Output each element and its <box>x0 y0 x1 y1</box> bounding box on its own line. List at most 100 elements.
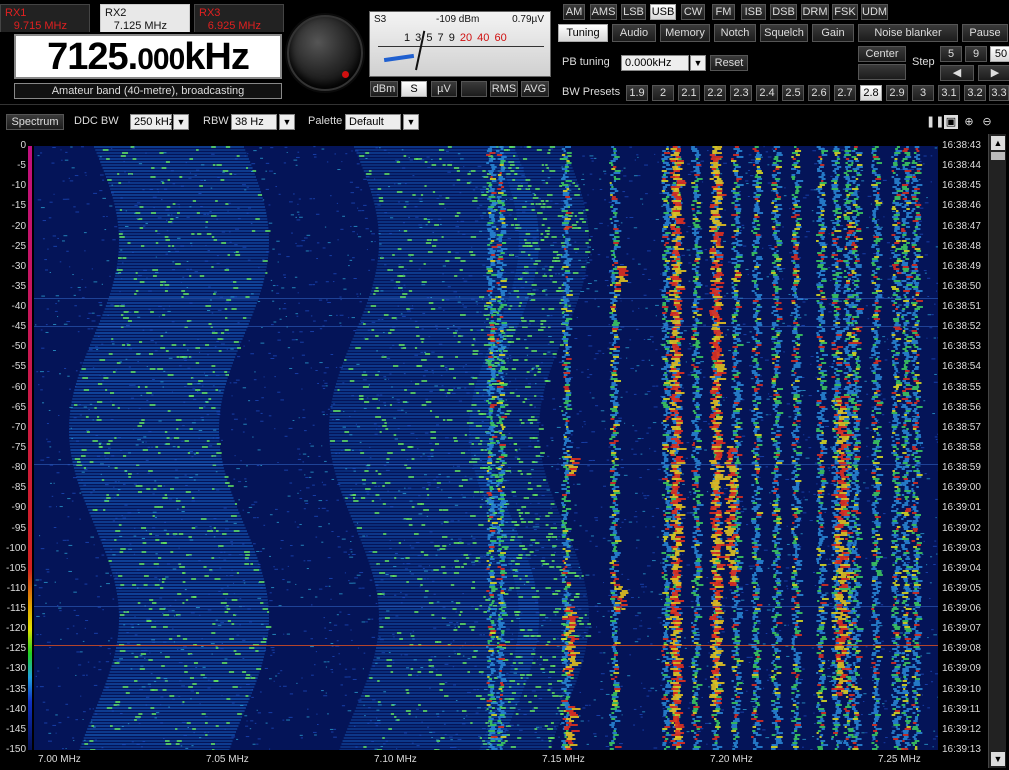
bw-preset-3-3[interactable]: 3.3 <box>989 85 1009 101</box>
zoom-out-icon[interactable]: ⊖ <box>980 115 994 129</box>
y-tick-label: -105 <box>5 562 26 574</box>
step-9-button[interactable]: 9 <box>965 46 987 62</box>
mode-usb[interactable]: USB <box>650 4 676 20</box>
ddc-bw-select[interactable]: 250 kHz <box>130 114 174 130</box>
scroll-down-icon[interactable]: ▼ <box>991 752 1005 766</box>
s-units-button[interactable]: S <box>401 81 427 97</box>
bw-preset-2-8[interactable]: 2.8 <box>860 85 882 101</box>
y-tick-label: -95 <box>11 522 26 534</box>
step-left-button[interactable]: ◀ <box>940 65 974 81</box>
avg-button[interactable]: AVG <box>521 81 549 97</box>
time-tick-label: 16:38:56 <box>942 401 981 413</box>
time-tick-label: 16:38:44 <box>942 160 981 172</box>
frequency-fraction: 000 <box>137 43 185 76</box>
tab-noise-blanker[interactable]: Noise blanker <box>858 24 958 42</box>
time-tick-label: 16:39:07 <box>942 623 981 635</box>
x-tick-label: 7.20 MHz <box>710 754 753 765</box>
save-icon[interactable]: ▣ <box>944 115 958 129</box>
frequency-display[interactable]: 7125.000kHz <box>14 34 282 79</box>
ddc-bw-dropdown-icon[interactable]: ▼ <box>173 114 189 130</box>
y-tick-label: -80 <box>11 462 26 474</box>
s-meter-dbm: -109 dBm <box>436 14 480 25</box>
step-50-button[interactable]: 50 <box>990 46 1009 62</box>
bw-preset-2[interactable]: 2 <box>652 85 674 101</box>
mode-udm[interactable]: UDM <box>861 4 888 20</box>
y-tick-label: -145 <box>5 723 26 735</box>
rx3-tab[interactable]: RX3 6.925 MHz <box>194 4 284 32</box>
rbw-select[interactable]: 38 Hz <box>231 114 277 130</box>
rx2-tab[interactable]: RX2 7.125 MHz <box>100 4 190 32</box>
bw-preset-2-4[interactable]: 2.4 <box>756 85 778 101</box>
mode-isb[interactable]: ISB <box>741 4 766 20</box>
y-tick-label: -55 <box>11 361 26 373</box>
tab-memory[interactable]: Memory <box>660 24 710 42</box>
waterfall-display[interactable] <box>34 146 938 750</box>
rms-button[interactable]: RMS <box>490 81 518 97</box>
palette-select[interactable]: Default <box>345 114 401 130</box>
s-meter-level: S3 <box>374 14 387 25</box>
scroll-thumb[interactable] <box>991 152 1005 160</box>
bw-preset-2-1[interactable]: 2.1 <box>678 85 700 101</box>
bw-preset-2-2[interactable]: 2.2 <box>704 85 726 101</box>
time-tick-label: 16:39:02 <box>942 522 981 534</box>
mode-fsk[interactable]: FSK <box>832 4 858 20</box>
bw-preset-2-9[interactable]: 2.9 <box>886 85 908 101</box>
mode-cw[interactable]: CW <box>681 4 705 20</box>
mode-drm[interactable]: DRM <box>801 4 829 20</box>
spectrum-button[interactable]: Spectrum <box>6 114 64 130</box>
y-tick-label: -125 <box>5 643 26 655</box>
time-tick-label: 16:39:03 <box>942 542 981 554</box>
pb-tuning-dropdown-icon[interactable]: ▼ <box>690 55 706 71</box>
tuning-knob[interactable] <box>287 15 363 91</box>
time-axis: 16:38:43 16:38:44 16:38:45 16:38:46 16:38:47… <box>940 138 992 758</box>
bw-preset-2-7[interactable]: 2.7 <box>834 85 856 101</box>
bw-preset-2-6[interactable]: 2.6 <box>808 85 830 101</box>
pause-icon[interactable]: ❚❚ <box>926 115 944 129</box>
time-tick-label: 16:38:50 <box>942 280 981 292</box>
tab-squelch[interactable]: Squelch <box>760 24 808 42</box>
time-tick-label: 16:39:10 <box>942 683 981 695</box>
center-secondary-button[interactable] <box>858 64 906 80</box>
zoom-in-icon[interactable]: ⊕ <box>962 115 976 129</box>
time-tick-label: 16:38:45 <box>942 180 981 192</box>
scroll-up-icon[interactable]: ▲ <box>991 136 1005 150</box>
waterfall-scrollbar[interactable]: ▲ ▼ <box>988 134 1006 768</box>
step-right-button[interactable]: ▶ <box>978 65 1009 81</box>
step-5-button[interactable]: 5 <box>940 46 962 62</box>
mode-lsb[interactable]: LSB <box>621 4 646 20</box>
y-tick-label: -30 <box>11 260 26 272</box>
s-meter: S3 -109 dBm 0.79µV 1 3 5 7 9 20 40 60 <box>369 11 551 77</box>
tab-gain[interactable]: Gain <box>812 24 854 42</box>
mode-am[interactable]: AM <box>563 4 585 20</box>
bw-preset-2-3[interactable]: 2.3 <box>730 85 752 101</box>
x-tick-label: 7.15 MHz <box>542 754 585 765</box>
y-tick-label: -15 <box>11 200 26 212</box>
bw-preset-3[interactable]: 3 <box>912 85 934 101</box>
reset-button[interactable]: Reset <box>710 55 748 71</box>
bw-preset-1-9[interactable]: 1.9 <box>626 85 648 101</box>
rbw-dropdown-icon[interactable]: ▼ <box>279 114 295 130</box>
y-tick-label: -70 <box>11 421 26 433</box>
pb-tuning-field[interactable]: 0.000kHz <box>621 55 689 71</box>
mode-fm[interactable]: FM <box>712 4 735 20</box>
tab-tuning[interactable]: Tuning <box>558 24 608 42</box>
y-tick-label: -50 <box>11 341 26 353</box>
rx1-tab[interactable]: RX1 9.715 MHz <box>0 4 90 32</box>
time-tick-label: 16:38:51 <box>942 301 981 313</box>
dbm-button[interactable]: dBm <box>370 81 398 97</box>
palette-dropdown-icon[interactable]: ▼ <box>403 114 419 130</box>
blank-meter-button[interactable] <box>461 81 487 97</box>
mode-dsb[interactable]: DSB <box>770 4 797 20</box>
uv-button[interactable]: µV <box>431 81 457 97</box>
bw-preset-3-1[interactable]: 3.1 <box>938 85 960 101</box>
tab-notch[interactable]: Notch <box>714 24 756 42</box>
center-button[interactable]: Center <box>858 46 906 62</box>
bw-preset-3-2[interactable]: 3.2 <box>964 85 986 101</box>
tab-audio[interactable]: Audio <box>612 24 656 42</box>
bw-presets-label: BW Presets <box>562 86 621 98</box>
bw-preset-2-5[interactable]: 2.5 <box>782 85 804 101</box>
marker-line[interactable] <box>34 645 938 646</box>
mode-ams[interactable]: AMS <box>590 4 617 20</box>
tab-pause[interactable]: Pause <box>962 24 1008 42</box>
time-tick-label: 16:38:47 <box>942 220 981 232</box>
